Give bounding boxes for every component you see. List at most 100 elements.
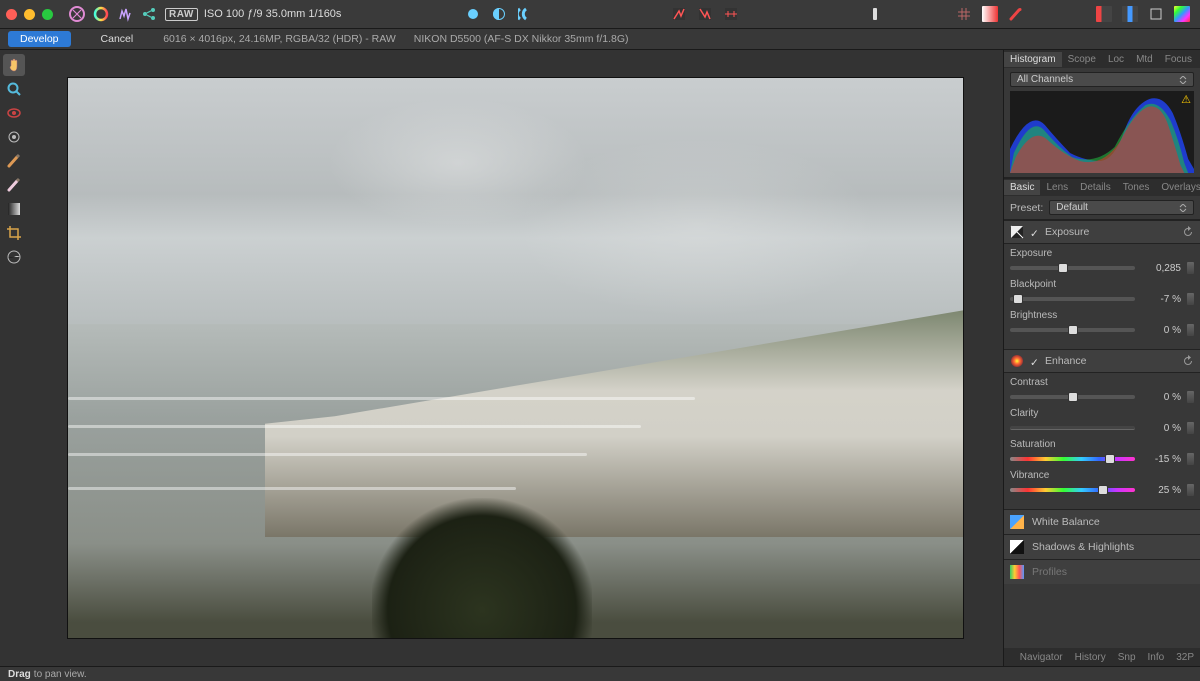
enhance-section-icon [1010, 354, 1024, 368]
split-view-icon[interactable] [487, 2, 511, 26]
clipping-warning-icon[interactable]: ⚠ [1181, 93, 1191, 106]
saturation-stepper[interactable] [1187, 453, 1194, 465]
chevron-updown-icon [1179, 76, 1187, 84]
panel-left-icon[interactable] [1092, 2, 1116, 26]
file-dimensions-text: 6016 × 4016px, 24.16MP, RGBA/32 (HDR) - … [163, 33, 396, 45]
subtab-overlays[interactable]: Overlays [1155, 180, 1200, 195]
tab-mtd[interactable]: Mtd [1130, 52, 1159, 67]
mirror-view-icon[interactable] [513, 2, 537, 26]
tab-loc[interactable]: Loc [1102, 52, 1130, 67]
clip-highlights-icon[interactable] [693, 2, 717, 26]
enhance-enabled-check[interactable]: ✓ [1030, 357, 1039, 366]
develop-button[interactable]: Develop [8, 31, 71, 47]
brightness-slider[interactable] [1010, 328, 1135, 332]
chevron-updown-icon [1179, 204, 1187, 212]
grid-icon[interactable] [952, 2, 976, 26]
histogram-section: All Channels ⚠ [1004, 68, 1200, 178]
shadows-highlights-header[interactable]: Shadows & Highlights [1004, 534, 1200, 559]
subtab-basic[interactable]: Basic [1004, 180, 1040, 195]
overlay-erase-tool[interactable] [3, 174, 25, 196]
saturation-slider-label: Saturation [1010, 439, 1194, 450]
enhance-reset-icon[interactable] [1182, 355, 1194, 367]
subtab-tones[interactable]: Tones [1117, 180, 1156, 195]
enhance-header[interactable]: ✓ Enhance [1004, 349, 1200, 373]
channels-label: All Channels [1017, 74, 1073, 85]
levels-icon[interactable] [113, 2, 137, 26]
brush-tool-icon[interactable] [1004, 2, 1028, 26]
brightness-slider-label: Brightness [1010, 310, 1194, 321]
vibrance-value[interactable]: 25 % [1141, 485, 1181, 496]
contextbar: Develop Cancel 6016 × 4016px, 24.16MP, R… [0, 28, 1200, 50]
channels-dropdown[interactable]: All Channels [1010, 72, 1194, 87]
subtab-lens[interactable]: Lens [1040, 180, 1074, 195]
tab-focus[interactable]: Focus [1159, 52, 1198, 67]
blemish-tool[interactable] [3, 126, 25, 148]
rainbow-icon[interactable] [1170, 2, 1194, 26]
app-logo-icon [65, 2, 89, 26]
studio-footer-tabs: Navigator History Snp Info 32P [1004, 648, 1200, 666]
brightness-stepper[interactable] [1187, 324, 1194, 336]
overlay-paint-tool[interactable] [3, 150, 25, 172]
clarity-slider-label: Clarity [1010, 408, 1194, 419]
clarity-value[interactable]: 0 % [1141, 423, 1181, 434]
clip-tones-icon[interactable] [719, 2, 743, 26]
blackpoint-slider[interactable] [1010, 297, 1135, 301]
red-eye-tool[interactable] [3, 102, 25, 124]
panel-mid-icon[interactable] [1118, 2, 1142, 26]
footer-tab-info[interactable]: Info [1142, 650, 1171, 665]
zoom-tool[interactable] [3, 78, 25, 100]
clarity-slider[interactable] [1010, 426, 1135, 430]
contrast-slider[interactable] [1010, 395, 1135, 399]
blackpoint-value[interactable]: -7 % [1141, 294, 1181, 305]
exposure-value[interactable]: 0,285 [1141, 263, 1181, 274]
preset-dropdown[interactable]: Default [1049, 200, 1194, 215]
clip-shadows-icon[interactable] [667, 2, 691, 26]
vibrance-slider[interactable] [1010, 488, 1135, 492]
close-window-button[interactable] [6, 9, 17, 20]
tab-scope[interactable]: Scope [1062, 52, 1102, 67]
tab-histogram[interactable]: Histogram [1004, 52, 1062, 67]
exposure-enabled-check[interactable]: ✓ [1030, 228, 1039, 237]
blackpoint-stepper[interactable] [1187, 293, 1194, 305]
exposure-stepper[interactable] [1187, 262, 1194, 274]
share-icon[interactable] [137, 2, 161, 26]
exposure-reset-icon[interactable] [1182, 226, 1194, 238]
footer-tab-32p[interactable]: 32P [1170, 650, 1200, 665]
status-drag: Drag [8, 669, 31, 680]
brightness-value[interactable]: 0 % [1141, 325, 1181, 336]
cancel-button[interactable]: Cancel [89, 31, 146, 47]
clarity-stepper[interactable] [1187, 422, 1194, 434]
exposure-slider[interactable] [1010, 266, 1135, 270]
raw-badge: RAW [165, 8, 198, 21]
contrast-stepper[interactable] [1187, 391, 1194, 403]
profiles-header[interactable]: Profiles [1004, 559, 1200, 584]
footer-tab-history[interactable]: History [1069, 650, 1112, 665]
saturation-slider[interactable] [1010, 457, 1135, 461]
maximize-window-button[interactable] [42, 9, 53, 20]
panel-square-icon[interactable] [1144, 2, 1168, 26]
subtab-details[interactable]: Details [1074, 180, 1117, 195]
sync-icon[interactable] [863, 2, 887, 26]
hand-tool[interactable] [3, 54, 25, 76]
minimize-window-button[interactable] [24, 9, 35, 20]
status-rest: to pan view. [34, 669, 87, 680]
white-balance-tool[interactable] [3, 246, 25, 268]
preset-label: Preset: [1010, 202, 1043, 214]
white-balance-header[interactable]: White Balance [1004, 509, 1200, 534]
white-balance-icon [1010, 515, 1024, 529]
canvas[interactable] [28, 50, 1003, 666]
title-toolbar: RAW ISO 100 ƒ/9 35.0mm 1/160s [0, 0, 1200, 28]
vibrance-stepper[interactable] [1187, 484, 1194, 496]
exposure-header[interactable]: ✓ Exposure [1004, 220, 1200, 244]
crop-tool[interactable] [3, 222, 25, 244]
footer-tab-navigator[interactable]: Navigator [1014, 650, 1069, 665]
saturation-value[interactable]: -15 % [1141, 454, 1181, 465]
contrast-value[interactable]: 0 % [1141, 392, 1181, 403]
single-view-icon[interactable] [461, 2, 485, 26]
gradient-overlay-tool[interactable] [3, 198, 25, 220]
footer-tab-snp[interactable]: Snp [1112, 650, 1142, 665]
exposure-meta-text: ISO 100 ƒ/9 35.0mm 1/160s [204, 8, 342, 20]
swatch-a-icon[interactable] [978, 2, 1002, 26]
shadows-highlights-label: Shadows & Highlights [1032, 541, 1134, 553]
aperture-icon[interactable] [89, 2, 113, 26]
